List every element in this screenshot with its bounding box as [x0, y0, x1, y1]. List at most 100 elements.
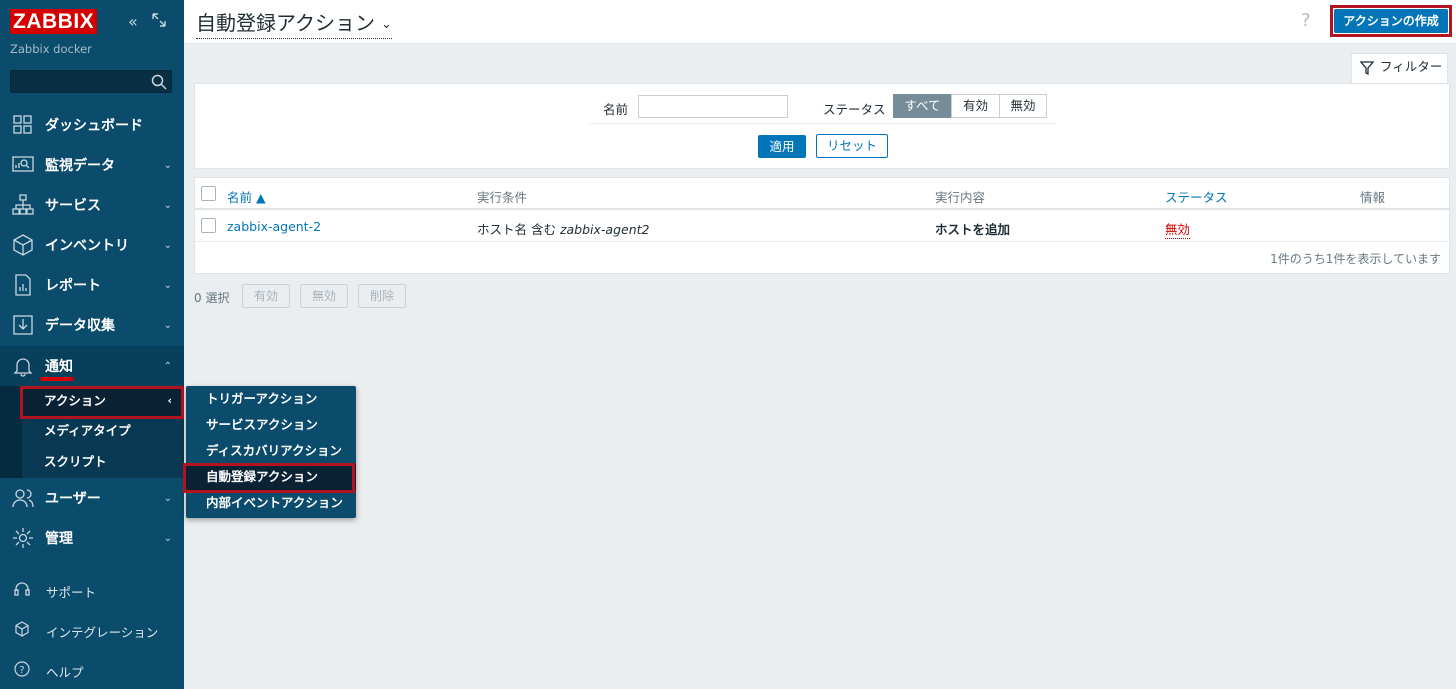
- menu-label: ダッシュボード: [45, 118, 143, 134]
- svg-text:?: ?: [19, 665, 24, 676]
- column-header-operations: 実行内容: [935, 190, 986, 205]
- column-header-name[interactable]: 名前 ▲: [227, 187, 266, 206]
- dashboard-icon: [13, 115, 32, 134]
- submenu-label: メディアタイプ: [44, 423, 131, 438]
- monitoring-icon: [12, 156, 34, 172]
- actions-flyout-menu: トリガーアクション サービスアクション ディスカバリアクション 自動登録アクショ…: [186, 386, 356, 518]
- data-collection-icon: [13, 315, 33, 335]
- menu-dashboard[interactable]: ダッシュボード: [0, 105, 184, 145]
- menu-label: レポート: [45, 278, 101, 294]
- flyout-item-discovery-actions[interactable]: ディスカバリアクション: [186, 438, 356, 464]
- sidebar: ZABBIX « Zabbix docker ダッシュボード 監視データ ⌄ サ…: [0, 0, 184, 689]
- help-icon: ?: [14, 661, 30, 677]
- page-header: 自動登録アクション ⌄ ? アクションの作成: [184, 0, 1456, 44]
- status-option-enabled[interactable]: 有効: [951, 94, 1000, 118]
- select-all-checkbox[interactable]: [201, 186, 216, 201]
- menu-inventory[interactable]: インベントリ ⌄: [0, 225, 184, 265]
- condition-value: zabbix-agent2: [559, 222, 650, 237]
- chevron-down-icon: ⌄: [163, 532, 172, 544]
- actions-table: 名前 ▲ 実行条件 実行内容 ステータス 情報 zabbix-agent-2 ホ…: [194, 177, 1450, 274]
- users-icon: [12, 489, 34, 508]
- chevron-down-icon: ⌄: [163, 492, 172, 504]
- menu-label: サービス: [45, 198, 101, 214]
- menu-reports[interactable]: レポート ⌄: [0, 265, 184, 305]
- footer-integrations[interactable]: インテグレーション: [0, 614, 184, 644]
- menu-data-collection[interactable]: データ収集 ⌄: [0, 305, 184, 345]
- integrations-icon: [15, 621, 29, 637]
- condition-prefix: ホスト名 含む: [477, 222, 560, 237]
- submenu-item-media-types[interactable]: メディアタイプ: [22, 416, 184, 446]
- footer-support[interactable]: サポート: [0, 574, 184, 604]
- status-option-disabled[interactable]: 無効: [999, 94, 1047, 118]
- action-condition: ホスト名 含む zabbix-agent2: [477, 219, 650, 238]
- menu-label: データ収集: [45, 318, 115, 334]
- action-operation: ホストを追加: [935, 222, 1011, 237]
- search-icon[interactable]: [151, 74, 167, 90]
- highlight-box: [20, 386, 184, 419]
- filter-status-label: ステータス: [823, 102, 886, 117]
- server-name: Zabbix docker: [10, 42, 92, 56]
- status-option-all[interactable]: すべて: [893, 94, 952, 118]
- reports-icon: [15, 274, 31, 296]
- chevron-down-icon: ⌄: [381, 17, 392, 32]
- highlight-box: [1330, 5, 1452, 37]
- kiosk-mode-icon[interactable]: [152, 12, 166, 31]
- highlight-box: [183, 463, 355, 493]
- headset-icon: [14, 582, 30, 596]
- submenu-item-scripts[interactable]: スクリプト: [22, 447, 184, 477]
- chevron-down-icon: ⌄: [163, 319, 172, 331]
- menu-users[interactable]: ユーザー ⌄: [0, 478, 184, 518]
- action-name-link[interactable]: zabbix-agent-2: [227, 219, 321, 234]
- bell-icon: [13, 358, 33, 377]
- filter-panel: 名前 ステータス すべて 有効 無効 適用 リセット: [194, 83, 1450, 169]
- chevron-down-icon: ⌄: [163, 199, 172, 211]
- footer-help[interactable]: ? ヘルプ: [0, 654, 184, 684]
- page-title: 自動登録アクション: [196, 11, 375, 35]
- menu-label: 通知: [45, 359, 73, 375]
- mass-enable-button[interactable]: 有効: [242, 284, 290, 308]
- table-row: zabbix-agent-2 ホスト名 含む zabbix-agent2 ホスト…: [195, 210, 1449, 242]
- menu-label: 管理: [45, 531, 73, 547]
- menu-label: 監視データ: [45, 158, 115, 174]
- status-toggle-link[interactable]: 無効: [1165, 219, 1191, 239]
- menu-alerts[interactable]: 通知 ⌃: [0, 346, 184, 386]
- gear-icon: [13, 528, 33, 548]
- services-icon: [12, 194, 34, 215]
- chevron-down-icon: ⌄: [163, 159, 172, 171]
- results-count: 1件のうち1件を表示しています: [1270, 252, 1441, 266]
- menu-services[interactable]: サービス ⌄: [0, 185, 184, 225]
- selected-count: 0 選択: [194, 291, 230, 305]
- page-title-dropdown[interactable]: 自動登録アクション ⌄: [196, 7, 392, 39]
- filter-name-input[interactable]: [638, 95, 788, 118]
- menu-administration[interactable]: 管理 ⌄: [0, 518, 184, 558]
- reset-button[interactable]: リセット: [816, 134, 888, 158]
- mass-disable-button[interactable]: 無効: [300, 284, 348, 308]
- column-header-conditions: 実行条件: [477, 190, 528, 205]
- apply-button[interactable]: 適用: [758, 135, 806, 158]
- footer-label: インテグレーション: [46, 625, 159, 640]
- flyout-item-trigger-actions[interactable]: トリガーアクション: [186, 386, 356, 412]
- chevron-up-icon: ⌃: [163, 360, 172, 372]
- row-checkbox[interactable]: [201, 218, 216, 233]
- chevron-down-icon: ⌄: [163, 279, 172, 291]
- submenu-label: スクリプト: [44, 454, 107, 469]
- menu-label: ユーザー: [45, 491, 101, 507]
- mass-delete-button[interactable]: 削除: [358, 284, 406, 308]
- sidebar-search-input[interactable]: [10, 70, 172, 93]
- column-header-status[interactable]: ステータス: [1165, 187, 1228, 206]
- menu-label: インベントリ: [45, 238, 129, 254]
- menu-monitoring[interactable]: 監視データ ⌄: [0, 145, 184, 185]
- collapse-sidebar-icon[interactable]: «: [128, 12, 138, 31]
- filter-tab[interactable]: フィルター: [1351, 53, 1448, 84]
- table-header-row: 名前 ▲ 実行条件 実行内容 ステータス 情報: [195, 178, 1449, 210]
- filter-name-label: 名前: [603, 102, 629, 117]
- help-icon[interactable]: ?: [1301, 10, 1311, 31]
- filter-icon: [1360, 61, 1374, 75]
- chevron-down-icon: ⌄: [163, 239, 172, 251]
- zabbix-logo[interactable]: ZABBIX: [10, 9, 98, 34]
- flyout-item-internal-actions[interactable]: 内部イベントアクション: [186, 490, 356, 516]
- column-header-info: 情報: [1360, 190, 1386, 205]
- flyout-item-service-actions[interactable]: サービスアクション: [186, 412, 356, 438]
- filter-divider: [589, 123, 1057, 124]
- footer-label: サポート: [46, 585, 97, 600]
